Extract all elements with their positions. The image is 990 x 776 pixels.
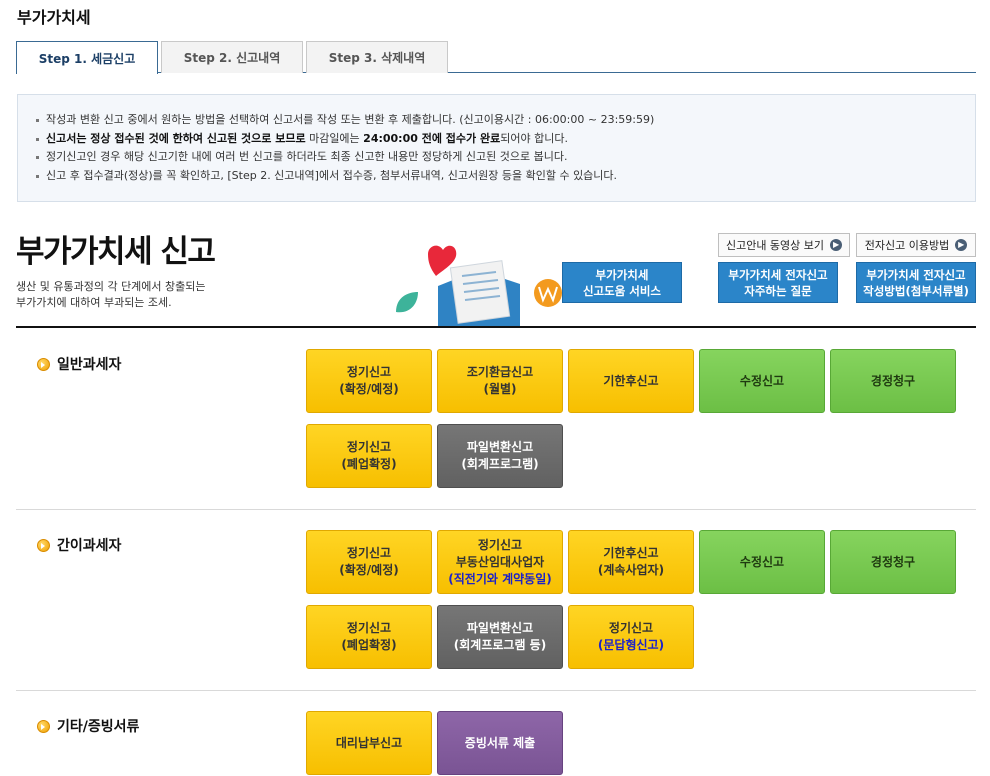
simple-realestate-button[interactable]: 정기신고 부동산임대사업자 (직전기와 계약동일) <box>437 530 563 594</box>
general-file-convert-button[interactable]: 파일변환신고 (회계프로그램) <box>437 424 563 488</box>
usage-guide-button[interactable]: 전자신고 이용방법 ▶ <box>856 233 976 257</box>
faq-button[interactable]: 부가가치세 전자신고 자주하는 질문 <box>718 262 838 303</box>
section-divider <box>16 690 976 691</box>
notice-item: 정기신고인 경우 해당 신고기한 내에 여러 번 신고를 하더라도 최종 신고한… <box>36 148 975 167</box>
help-service-button[interactable]: 부가가치세 신고도움 서비스 <box>562 262 682 303</box>
arrow-right-icon: ▶ <box>955 239 968 251</box>
page-title: 부가가치세 <box>17 8 91 27</box>
step-tabs: Step 1. 세금신고 Step 2. 신고내역 Step 3. 삭제내역 <box>16 41 976 74</box>
section-other-label: 기타/증빙서류 <box>37 716 139 736</box>
bullet-arrow-icon <box>37 538 50 552</box>
simple-amend-button[interactable]: 수정신고 <box>699 530 825 594</box>
notice-item: 신고 후 접수결과(정상)를 꼭 확인하고, [Step 2. 신고내역]에서 … <box>36 167 975 186</box>
general-early-refund-button[interactable]: 조기환급신고 (월별) <box>437 349 563 413</box>
simple-late-filing-button[interactable]: 기한후신고 (계속사업자) <box>568 530 694 594</box>
notice-item: 신고서는 정상 접수된 것에 한하여 신고된 것으로 보므로 마감일에는 24:… <box>36 130 975 149</box>
won-coin-icon <box>534 279 562 307</box>
notice-item: 작성과 변환 신고 중에서 원하는 방법을 선택하여 신고서를 작성 또는 변환… <box>36 111 975 130</box>
evidence-submit-button[interactable]: 증빙서류 제출 <box>437 711 563 775</box>
guide-video-button[interactable]: 신고안내 동영상 보기 ▶ <box>718 233 850 257</box>
arrow-right-icon: ▶ <box>830 239 843 251</box>
leaf-icon <box>396 292 418 313</box>
section-divider <box>16 509 976 510</box>
general-late-filing-button[interactable]: 기한후신고 <box>568 349 694 413</box>
bullet-arrow-icon <box>37 357 50 371</box>
simple-qa-filing-button[interactable]: 정기신고 (문답형신고) <box>568 605 694 669</box>
tab-step1[interactable]: Step 1. 세금신고 <box>16 41 158 74</box>
general-closure-button[interactable]: 정기신고 (폐업확정) <box>306 424 432 488</box>
tab-step2[interactable]: Step 2. 신고내역 <box>161 41 303 73</box>
simple-regular-button[interactable]: 정기신고 (확정/예정) <box>306 530 432 594</box>
general-amend-button[interactable]: 수정신고 <box>699 349 825 413</box>
hero-illustration <box>396 245 562 328</box>
section-simple-label: 간이과세자 <box>37 535 121 555</box>
simple-closure-button[interactable]: 정기신고 (폐업확정) <box>306 605 432 669</box>
hero-description: 생산 및 유통과정의 각 단계에서 창출되는 부가가치에 대하여 부과되는 조세… <box>16 280 206 309</box>
section-general-label: 일반과세자 <box>37 354 121 374</box>
notice-box: 작성과 변환 신고 중에서 원하는 방법을 선택하여 신고서를 작성 또는 변환… <box>17 94 976 202</box>
filing-method-button[interactable]: 부가가치세 전자신고 작성방법(첨부서류별) <box>856 262 976 303</box>
hero-divider <box>16 326 976 328</box>
simple-file-convert-button[interactable]: 파일변환신고 (회계프로그램 등) <box>437 605 563 669</box>
hero-title: 부가가치세 신고 <box>16 234 216 270</box>
tab-step3[interactable]: Step 3. 삭제내역 <box>306 41 448 73</box>
general-regular-button[interactable]: 정기신고 (확정/예정) <box>306 349 432 413</box>
simple-claim-button[interactable]: 경정청구 <box>830 530 956 594</box>
general-claim-button[interactable]: 경정청구 <box>830 349 956 413</box>
proxy-payment-button[interactable]: 대리납부신고 <box>306 711 432 775</box>
bullet-arrow-icon <box>37 719 50 733</box>
